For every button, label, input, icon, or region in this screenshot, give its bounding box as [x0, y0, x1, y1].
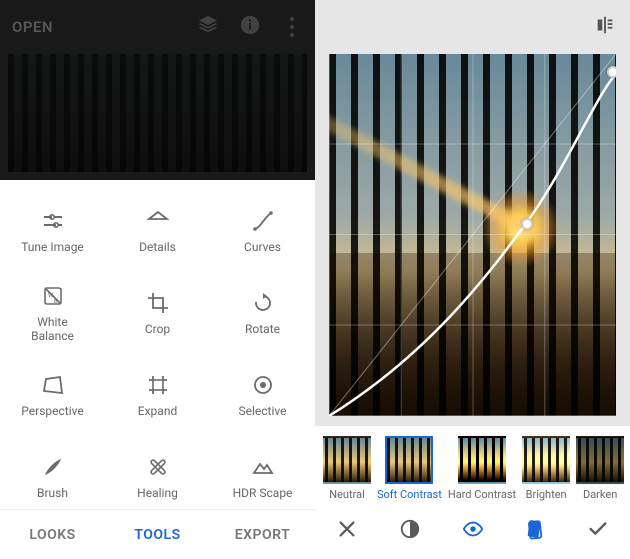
preset-label: Brighten: [526, 488, 567, 501]
tab-export[interactable]: EXPORT: [210, 510, 315, 559]
perspective-icon: [39, 371, 67, 399]
details-icon: [144, 207, 172, 235]
bottom-tabs: LOOKSTOOLSEXPORT: [0, 509, 315, 559]
tools-pane: OPEN Tune Image Details Curves WB White Bala…: [0, 0, 315, 559]
tool-label: Rotate: [245, 323, 280, 337]
tool-details[interactable]: Details: [105, 190, 210, 272]
preset-soft-contrast[interactable]: Soft Contrast: [377, 436, 442, 501]
tool-brush[interactable]: Brush: [0, 436, 105, 518]
tune-image-icon: [39, 207, 67, 235]
left-top-bar: OPEN: [0, 0, 315, 54]
crop-icon: [144, 289, 172, 317]
preset-thumb: [522, 436, 570, 484]
tab-tools[interactable]: TOOLS: [105, 510, 210, 559]
healing-icon: [144, 453, 172, 481]
svg-text:B: B: [54, 298, 58, 305]
preset-label: Neutral: [329, 488, 365, 501]
preset-label: Hard Contrast: [448, 488, 516, 501]
preset-thumb: [576, 436, 624, 484]
hdr-scape-icon: [249, 453, 277, 481]
canvas-wrap: [315, 54, 630, 426]
card-icon[interactable]: [521, 515, 549, 543]
brush-icon: [39, 453, 67, 481]
preset-thumb: [323, 436, 371, 484]
info-icon[interactable]: [239, 14, 261, 40]
tool-tune-image[interactable]: Tune Image: [0, 190, 105, 272]
preset-neutral[interactable]: Neutral: [323, 436, 371, 501]
tool-expand[interactable]: Expand: [105, 354, 210, 436]
confirm-icon[interactable]: [584, 515, 612, 543]
tool-label: Expand: [138, 405, 177, 419]
tool-label: Brush: [37, 487, 68, 501]
tool-selective[interactable]: Selective: [210, 354, 315, 436]
expand-icon: [144, 371, 172, 399]
eye-icon[interactable]: [459, 515, 487, 543]
tool-label: Selective: [239, 405, 287, 419]
preset-thumb: [385, 436, 433, 484]
tool-perspective[interactable]: Perspective: [0, 354, 105, 436]
curve-handle-mid[interactable]: [521, 218, 533, 230]
tool-curves[interactable]: Curves: [210, 190, 315, 272]
close-icon[interactable]: [333, 515, 361, 543]
image-canvas[interactable]: [329, 54, 616, 416]
tool-label: White Balance: [31, 316, 74, 344]
channel-icon[interactable]: [396, 515, 424, 543]
tool-label: Details: [139, 241, 176, 255]
tool-healing[interactable]: Healing: [105, 436, 210, 518]
tool-label: HDR Scape: [233, 487, 293, 501]
curves-icon: [249, 207, 277, 235]
preset-thumb: [458, 436, 506, 484]
rotate-icon: [249, 289, 277, 317]
overflow-menu-icon[interactable]: [281, 16, 303, 38]
right-top-bar: [315, 0, 630, 54]
preset-brighten[interactable]: Brighten: [522, 436, 570, 501]
preset-darken[interactable]: Darken: [576, 436, 624, 501]
tool-label: Tune Image: [21, 241, 84, 255]
open-button[interactable]: OPEN: [12, 18, 187, 36]
compare-icon[interactable]: [594, 14, 616, 40]
preset-label: Soft Contrast: [377, 488, 442, 501]
tool-white-balance[interactable]: WB White Balance: [0, 272, 105, 354]
curve-handle-top[interactable]: [607, 66, 616, 78]
tool-label: Perspective: [21, 405, 83, 419]
preset-hard-contrast[interactable]: Hard Contrast: [448, 436, 516, 501]
preset-label: Darken: [583, 488, 617, 501]
tool-label: Healing: [137, 487, 178, 501]
curves-editor-pane: Neutral Soft Contrast Hard Contrast Brighte…: [315, 0, 630, 559]
white-balance-icon: WB: [39, 282, 67, 310]
tool-label: Curves: [244, 241, 281, 255]
selective-icon: [249, 371, 277, 399]
layers-icon[interactable]: [197, 14, 219, 40]
tool-rotate[interactable]: Rotate: [210, 272, 315, 354]
tool-crop[interactable]: Crop: [105, 272, 210, 354]
tool-label: Crop: [145, 323, 170, 337]
tools-grid: Tune Image Details Curves WB White Balance Cr…: [0, 180, 315, 518]
tab-looks[interactable]: LOOKS: [0, 510, 105, 559]
main-image-thumb[interactable]: [8, 54, 307, 172]
action-row: [315, 501, 630, 555]
top-bar-actions: [197, 14, 303, 40]
tool-hdr-scape[interactable]: HDR Scape: [210, 436, 315, 518]
image-preview-area: OPEN: [0, 0, 315, 180]
preset-row: Neutral Soft Contrast Hard Contrast Brighte…: [315, 426, 630, 501]
